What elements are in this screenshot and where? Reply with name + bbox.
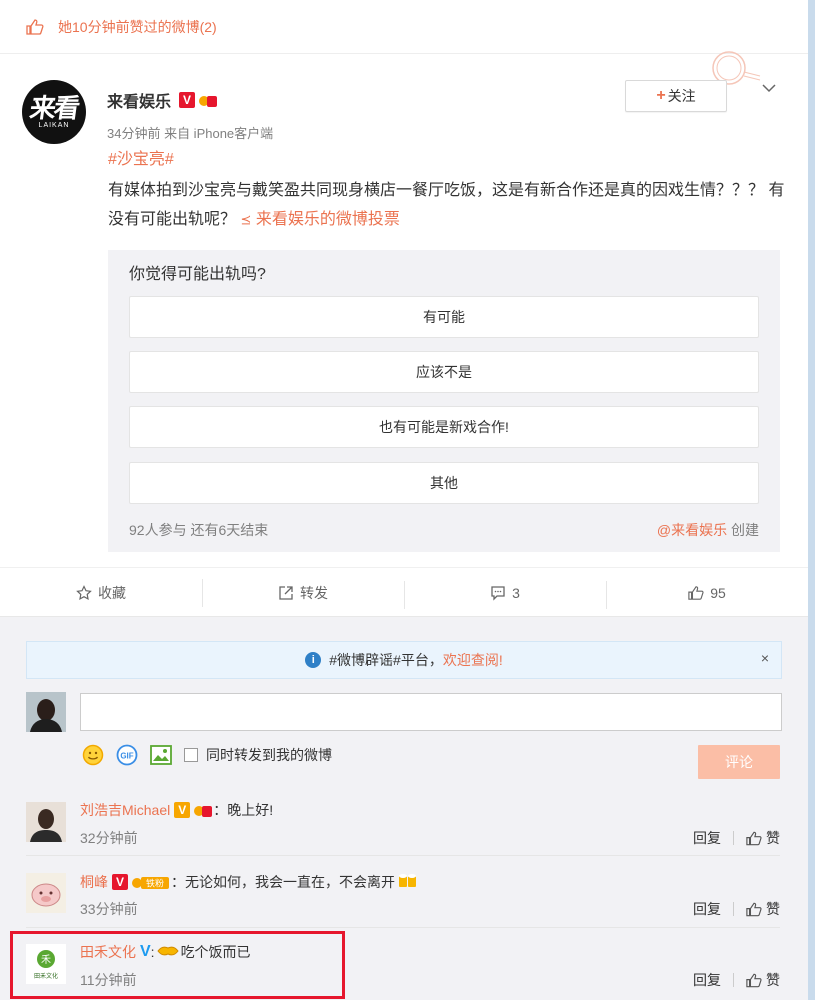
repost-icon xyxy=(278,585,294,601)
gif-icon[interactable]: GIF xyxy=(116,744,138,766)
thumbs-up-icon[interactable] xyxy=(746,973,762,988)
comment-time: 32分钟前 xyxy=(80,830,138,846)
comment-item: 桐峰 V 铁粉 ：无论如何，我会一直在，不会离开 33分钟前 回复 赞 xyxy=(26,871,780,933)
vote-link-text: 来看娱乐的微博投票 xyxy=(255,211,400,228)
author-name-row: 来看娱乐 V xyxy=(107,88,218,112)
author-name[interactable]: 来看娱乐 xyxy=(107,88,171,112)
plus-icon: + xyxy=(656,87,666,104)
commenter-avatar[interactable] xyxy=(26,873,66,913)
poll-option[interactable]: 也有可能是新戏合作! xyxy=(129,406,759,448)
image-icon[interactable] xyxy=(150,745,172,765)
favorite-label: 收藏 xyxy=(98,585,126,601)
fan-level-icon xyxy=(199,96,218,107)
comment-tools: GIF 同时转发到我的微博 xyxy=(82,744,332,766)
comment-actions: 回复 赞 xyxy=(693,970,780,990)
poll-option[interactable]: 应该不是 xyxy=(129,351,759,393)
comment-input[interactable] xyxy=(80,693,782,731)
svg-text:GIF: GIF xyxy=(120,752,133,761)
poll-participants: 92人参与 还有6天结束 xyxy=(129,522,269,538)
liked-notice-bar[interactable]: 她10分钟前赞过的微博(2) xyxy=(0,0,808,54)
repost-checkbox[interactable] xyxy=(184,748,198,762)
info-icon: i xyxy=(305,652,322,668)
follow-button[interactable]: + 关注 xyxy=(625,80,727,112)
thumbs-up-icon[interactable] xyxy=(746,831,762,846)
repost-button[interactable]: 转发 xyxy=(202,579,404,607)
post-body-text: 有媒体拍到沙宝亮与戴笑盈共同现身横店一餐厅吃饭，这是有新合作还是真的因戏生情？？… xyxy=(108,182,785,228)
verified-red-icon: V xyxy=(112,873,128,890)
weibo-card: 她10分钟前赞过的微博(2) 来看 LAIKAN 来看娱乐 V 34分钟前 来自… xyxy=(0,0,808,1000)
hashtag-link[interactable]: #沙宝亮# xyxy=(108,150,798,176)
current-user-avatar xyxy=(26,692,66,732)
poll-card: 你觉得可能出轨吗? 有可能 应该不是 也有可能是新戏合作! 其他 92人参与 还… xyxy=(108,250,780,552)
divider xyxy=(26,855,780,856)
comment-time: 33分钟前 xyxy=(80,901,138,917)
beer-emoji-icon xyxy=(397,871,419,892)
highlight-box xyxy=(10,931,345,999)
like-label[interactable]: 赞 xyxy=(766,970,780,990)
poll-creator-suffix: 创建 xyxy=(731,522,759,538)
notice-text: #微博辟谣#平台， xyxy=(329,652,443,668)
post-content: #沙宝亮# 有媒体拍到沙宝亮与戴笑盈共同现身横店一餐厅吃饭，这是有新合作还是真的… xyxy=(108,150,798,234)
vote-link[interactable]: ⪯ 来看娱乐的微博投票 xyxy=(240,211,399,228)
follow-label: 关注 xyxy=(667,88,696,104)
thumbs-up-icon xyxy=(26,18,44,35)
post-text: 有媒体拍到沙宝亮与戴笑盈共同现身横店一餐厅吃饭，这是有新合作还是真的因戏生情？？… xyxy=(108,176,798,234)
submit-comment-button[interactable]: 评论 xyxy=(698,745,780,779)
star-icon xyxy=(76,585,92,601)
commenter-avatar[interactable] xyxy=(26,802,66,842)
reply-link[interactable]: 回复 xyxy=(693,828,721,848)
comment-body: 桐峰 V 铁粉 ：无论如何，我会一直在，不会离开 xyxy=(80,871,419,892)
comment-icon xyxy=(490,585,506,601)
comment-text: ：无论如何，我会一直在，不会离开 xyxy=(171,873,395,890)
comment-text: ：晚上好! xyxy=(213,802,274,818)
comment-count: 3 xyxy=(512,585,520,601)
divider xyxy=(26,927,780,928)
comment-body: 刘浩吉Michael V ：晚上好! xyxy=(80,800,273,820)
rumor-notice: i #微博辟谣#平台， 欢迎查阅! × xyxy=(26,641,782,679)
poll-creator-link[interactable]: @来看娱乐 xyxy=(657,522,727,538)
comment-actions: 回复 赞 xyxy=(693,828,780,848)
vote-icon: ⪯ xyxy=(240,212,252,227)
post-header: 来看 LAIKAN 来看娱乐 V 34分钟前 来自 iPhone客户端 + 关注 xyxy=(22,80,792,150)
notice-link[interactable]: 欢迎查阅! xyxy=(443,650,503,670)
chevron-down-icon[interactable] xyxy=(762,80,776,96)
comment-actions: 回复 赞 xyxy=(693,899,780,919)
close-icon[interactable]: × xyxy=(761,650,769,666)
commenter-name[interactable]: 刘浩吉Michael xyxy=(80,800,170,820)
separator xyxy=(733,973,734,987)
reply-link[interactable]: 回复 xyxy=(693,970,721,990)
emoji-icon[interactable] xyxy=(82,744,104,766)
commenter-name[interactable]: 桐峰 xyxy=(80,872,108,892)
author-avatar[interactable]: 来看 LAIKAN xyxy=(22,80,86,144)
fan-badge-text: 铁粉 xyxy=(146,877,164,889)
verified-gold-icon: V xyxy=(174,802,191,818)
poll-option[interactable]: 其他 xyxy=(129,462,759,504)
poll-question: 你觉得可能出轨吗? xyxy=(129,266,266,283)
page-scrollbar[interactable] xyxy=(808,0,815,1000)
post-action-bar: 收藏 转发 3 95 xyxy=(0,567,808,618)
repost-checkbox-label: 同时转发到我的微博 xyxy=(206,747,332,763)
reply-link[interactable]: 回复 xyxy=(693,899,721,919)
comment-button[interactable]: 3 xyxy=(404,581,606,609)
like-count: 95 xyxy=(710,585,726,601)
poll-option[interactable]: 有可能 xyxy=(129,296,759,338)
like-label[interactable]: 赞 xyxy=(766,828,780,848)
post-meta: 34分钟前 来自 iPhone客户端 xyxy=(107,126,274,141)
verified-badge-icon: V xyxy=(179,92,196,108)
thumbs-up-icon xyxy=(688,585,704,601)
avatar-logo-subtext: LAIKAN xyxy=(38,122,70,129)
separator xyxy=(733,831,734,845)
comment-item: 刘浩吉Michael V ：晚上好! 32分钟前 回复 赞 xyxy=(26,800,780,862)
fan-level-icon xyxy=(194,806,213,817)
poll-creator: @来看娱乐 创建 xyxy=(657,520,759,540)
thumbs-up-icon[interactable] xyxy=(746,902,762,917)
like-button[interactable]: 95 xyxy=(606,581,808,609)
avatar-logo-text: 来看 xyxy=(27,93,81,123)
favorite-button[interactable]: 收藏 xyxy=(0,583,202,603)
like-label[interactable]: 赞 xyxy=(766,899,780,919)
fan-badge-icon: 铁粉 xyxy=(132,876,169,889)
separator xyxy=(733,902,734,916)
repost-label: 转发 xyxy=(300,585,328,601)
liked-notice-text: 她10分钟前赞过的微博(2) xyxy=(58,18,217,35)
